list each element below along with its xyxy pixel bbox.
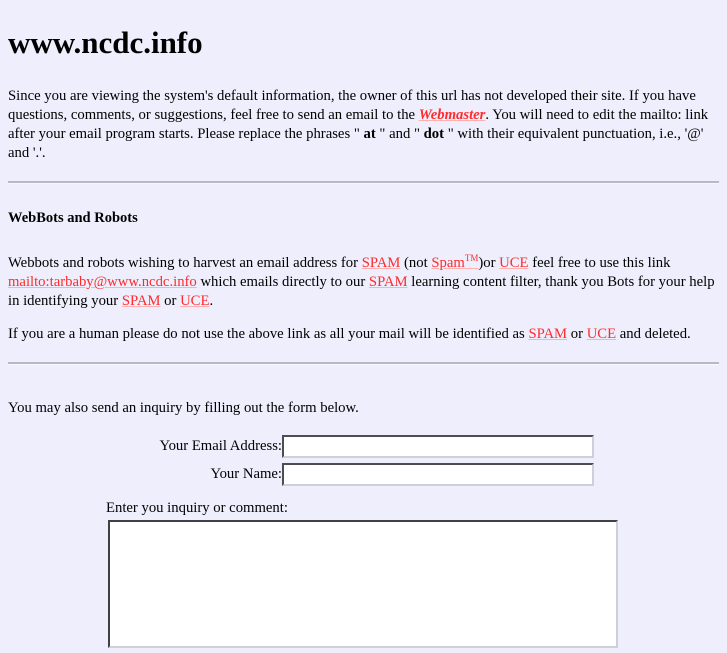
email-row: Your Email Address: xyxy=(8,432,719,460)
name-label: Your Name: xyxy=(210,465,282,482)
intro-paragraph: Since you are viewing the system's defau… xyxy=(8,87,719,163)
dot-keyword: dot xyxy=(423,126,445,143)
uce-link-1[interactable]: UCE xyxy=(499,255,528,271)
name-input[interactable] xyxy=(282,462,594,486)
webbots-p1-part4: feel free to use this link xyxy=(528,255,671,272)
intro-text-part3: " and " xyxy=(375,126,424,143)
webbots-p1-part1: Webbots and robots wishing to harvest an… xyxy=(8,255,362,272)
email-label: Your Email Address: xyxy=(159,437,282,454)
comment-textarea[interactable] xyxy=(108,520,618,649)
at-keyword: at xyxy=(363,126,376,143)
form-intro-text: You may also send an inquiry by filling … xyxy=(8,400,359,417)
trademark-symbol: TM xyxy=(464,253,479,264)
spam-link-2[interactable]: SPAM xyxy=(369,274,408,290)
webbots-p1-part2: (not xyxy=(400,255,432,272)
name-row: Your Name: xyxy=(8,460,719,488)
spam-link-4[interactable]: SPAM xyxy=(528,326,567,342)
webmaster-link[interactable]: Webmaster xyxy=(419,107,486,123)
divider-top xyxy=(8,181,719,185)
webbots-p2-part3: and deleted. xyxy=(616,326,691,343)
page-title: www.ncdc.info xyxy=(8,25,203,60)
tarbaby-mailto-link[interactable]: mailto:tarbaby@www.ncdc.info xyxy=(8,274,197,290)
webbots-p1-part3: )or xyxy=(478,255,500,272)
webbots-heading: WebBots and Robots xyxy=(8,210,138,227)
webbots-p1-part5: which emails directly to our xyxy=(196,274,369,291)
comment-label: Enter you inquiry or comment: xyxy=(106,500,288,517)
divider-bottom xyxy=(8,362,719,366)
comment-input-wrap xyxy=(8,520,719,653)
spam-tm-link[interactable]: SpamTM xyxy=(431,253,479,272)
webbots-paragraph-1: Webbots and robots wishing to harvest an… xyxy=(8,254,719,311)
webbots-p1-part8: . xyxy=(209,293,214,310)
spam-link-1[interactable]: SPAM xyxy=(362,255,401,271)
page-container: www.ncdc.info Since you are viewing the … xyxy=(0,0,727,653)
email-input-cell xyxy=(282,432,719,460)
webbots-paragraph-2: If you are a human please do not use the… xyxy=(8,325,719,344)
inquiry-form: You may also send an inquiry by filling … xyxy=(8,399,719,653)
uce-link-3[interactable]: UCE xyxy=(587,326,616,342)
webbots-p1-part7: or xyxy=(160,293,181,310)
webbots-p2-part1: If you are a human please do not use the… xyxy=(8,326,529,343)
form-fields-table: Your Email Address: Your Name: xyxy=(8,432,719,488)
email-input[interactable] xyxy=(282,434,594,458)
spam-link-3[interactable]: SPAM xyxy=(122,293,161,309)
uce-link-2[interactable]: UCE xyxy=(180,293,209,309)
spam-tm-text: Spam xyxy=(431,255,465,272)
webbots-p2-part2: or xyxy=(567,326,587,343)
name-input-cell xyxy=(282,460,719,488)
